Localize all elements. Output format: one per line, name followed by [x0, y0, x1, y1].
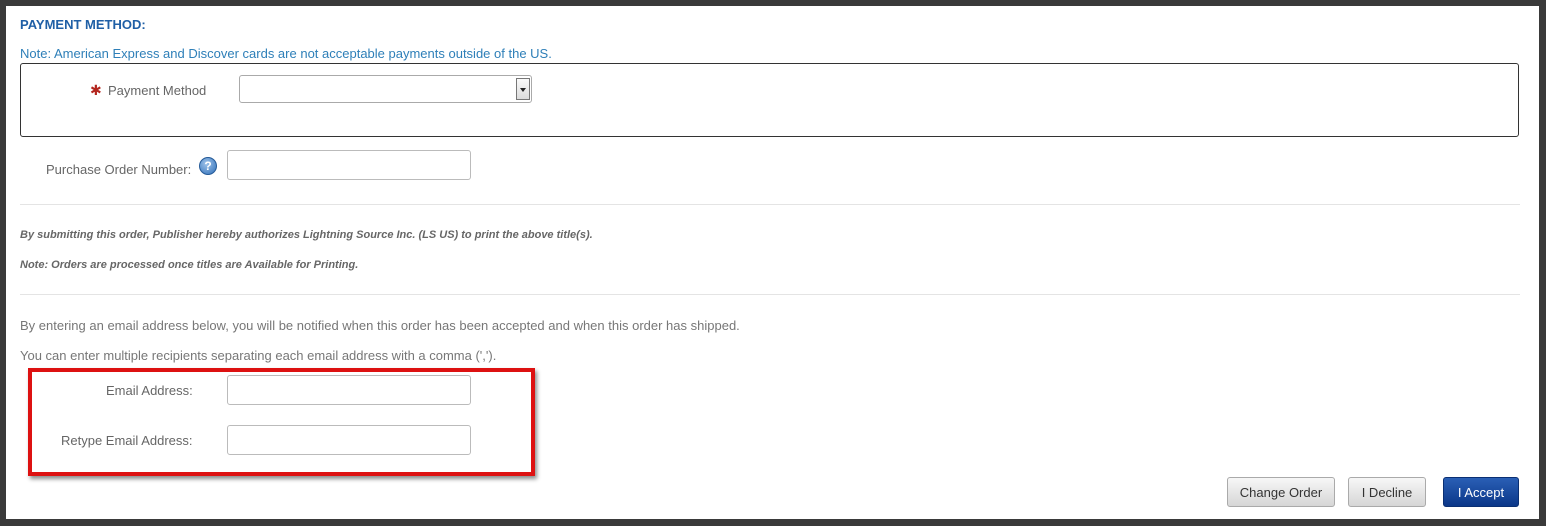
processing-notice: Note: Orders are processed once titles a…: [20, 259, 359, 271]
divider: [20, 204, 1520, 205]
required-asterisk-icon: ✱: [90, 82, 102, 98]
help-circle-icon[interactable]: ?: [199, 157, 217, 175]
payment-card-note: Note: American Express and Discover card…: [20, 46, 552, 61]
email-address-input[interactable]: [227, 375, 471, 405]
retype-email-input[interactable]: [227, 425, 471, 455]
payment-method-heading: PAYMENT METHOD:: [20, 17, 146, 32]
purchase-order-label: Purchase Order Number:: [46, 162, 192, 177]
order-review-page: PAYMENT METHOD: Note: American Express a…: [6, 6, 1539, 519]
divider: [20, 294, 1520, 295]
chevron-down-icon[interactable]: [516, 78, 530, 100]
authorization-notice: By submitting this order, Publisher here…: [20, 229, 593, 241]
change-order-button[interactable]: Change Order: [1227, 477, 1335, 507]
retype-email-label: Retype Email Address:: [61, 433, 193, 448]
email-notification-info: By entering an email address below, you …: [20, 318, 740, 333]
email-address-label: Email Address:: [106, 383, 193, 398]
purchase-order-input[interactable]: [227, 150, 471, 180]
email-recipients-info: You can enter multiple recipients separa…: [20, 348, 497, 363]
decline-button[interactable]: I Decline: [1348, 477, 1426, 507]
accept-button[interactable]: I Accept: [1443, 477, 1519, 507]
payment-method-label: Payment Method: [108, 83, 207, 98]
payment-method-select[interactable]: [239, 75, 532, 103]
